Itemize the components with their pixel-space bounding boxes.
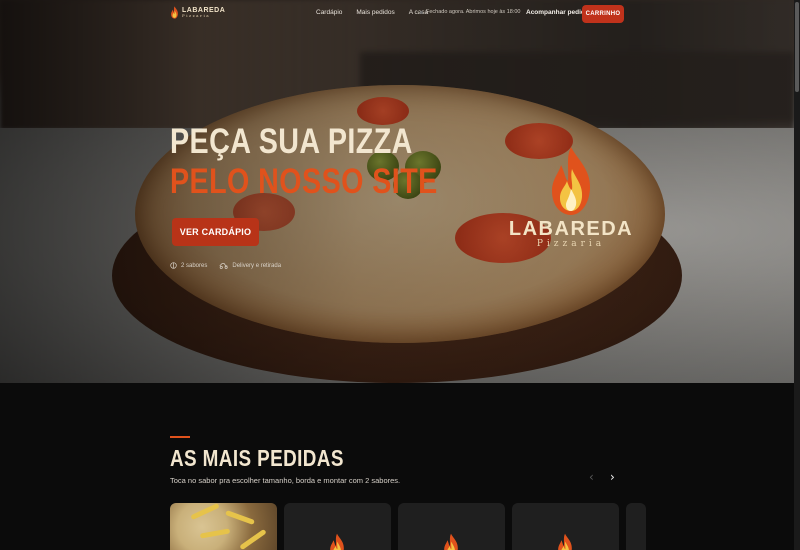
feature-delivery-label: Delivery e retirada (232, 262, 282, 269)
nav-logo[interactable]: LABAREDA Pizzaria (170, 6, 225, 19)
nav-logo-subtitle: Pizzaria (182, 13, 211, 18)
feature-two-flavors-label: 2 sabores (181, 262, 208, 269)
product-carousel (170, 503, 646, 550)
product-card[interactable] (512, 503, 619, 550)
product-card-partial[interactable] (626, 503, 646, 550)
hero-title-line2: PELO NOSSO SITE (170, 162, 438, 201)
view-menu-button[interactable]: VER CARDÁPIO (172, 218, 259, 246)
nav-link-cardapio[interactable]: Cardápio (316, 9, 342, 16)
hero-title: PEÇA SUA PIZZA PELO NOSSO SITE (170, 124, 438, 199)
carousel-next-icon[interactable]: › (610, 471, 615, 483)
carousel-prev-icon[interactable]: ‹ (589, 471, 594, 483)
most-ordered-section: AS MAIS PEDIDAS Toca no sabor pra escolh… (0, 383, 794, 550)
hero-brand-logo: LABAREDA Pizzaria (509, 145, 632, 249)
flame-icon (171, 6, 178, 19)
cart-button[interactable]: CARRINHO (582, 5, 624, 23)
product-card[interactable] (398, 503, 505, 550)
nav-links: Cardápio Mais pedidos A casa (316, 9, 428, 16)
feature-two-flavors: 2 sabores (170, 262, 207, 269)
status-dot-icon (420, 10, 423, 14)
status-text: Fechado agora. Abrimos hoje às 18:00 (426, 9, 521, 15)
hero-logo-word: LABAREDA (508, 218, 634, 240)
track-order-link[interactable]: Acompanhar pedido (526, 9, 589, 16)
flame-placeholder-icon (558, 533, 572, 550)
product-card[interactable] (170, 503, 277, 550)
nav-link-mais-pedidos[interactable]: Mais pedidos (356, 9, 394, 16)
section-title: AS MAIS PEDIDAS (170, 445, 344, 471)
feature-delivery: Delivery e retirada (219, 262, 281, 269)
top-navbar: LABAREDA Pizzaria Cardápio Mais pedidos … (0, 0, 794, 28)
section-accent-line (170, 436, 190, 438)
hero-features: 2 sabores Delivery e retirada (170, 262, 281, 269)
flame-logo-icon (552, 147, 591, 215)
section-subtitle: Toca no sabor pra escolher tamanho, bord… (170, 476, 401, 485)
hero-title-line1: PEÇA SUA PIZZA (170, 122, 413, 161)
cart-button-label: CARRINHO (585, 11, 621, 17)
flame-placeholder-icon (330, 533, 344, 550)
hero-logo-subtitle: Pizzaria (536, 239, 606, 249)
delivery-icon (219, 263, 228, 269)
page-scrollbar[interactable] (794, 0, 800, 550)
product-card[interactable] (284, 503, 391, 550)
scrollbar-thumb[interactable] (795, 2, 799, 92)
opening-status: Fechado agora. Abrimos hoje às 18:00 (420, 9, 520, 15)
flame-placeholder-icon (444, 533, 458, 550)
view-menu-button-label: VER CARDÁPIO (179, 227, 252, 237)
pizza-slice-icon (170, 262, 177, 269)
